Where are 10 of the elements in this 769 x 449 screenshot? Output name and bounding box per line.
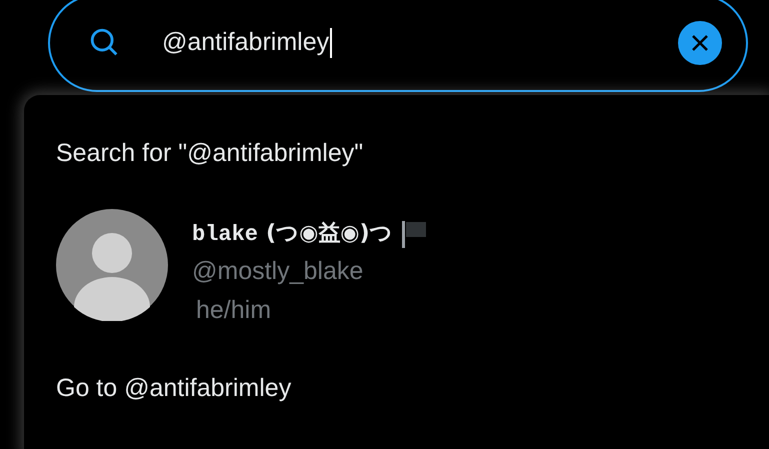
clear-button[interactable] [678,21,722,65]
search-for-option[interactable]: Search for "@antifabrimley" [24,95,769,202]
user-handle: @mostly_blake [192,256,364,286]
search-field[interactable]: @antifabrimley [48,0,748,92]
go-to-option[interactable]: Go to @antifabrimley [24,370,769,407]
flag-icon [400,220,427,248]
user-bio: he/him [196,295,272,326]
user-result[interactable]: blake (つ◉益◉)つ @mostly_blake he/him [24,202,769,370]
user-name: blake (つ◉益◉)つ [192,220,393,248]
search-input-text: @antifabrimley [162,27,330,58]
